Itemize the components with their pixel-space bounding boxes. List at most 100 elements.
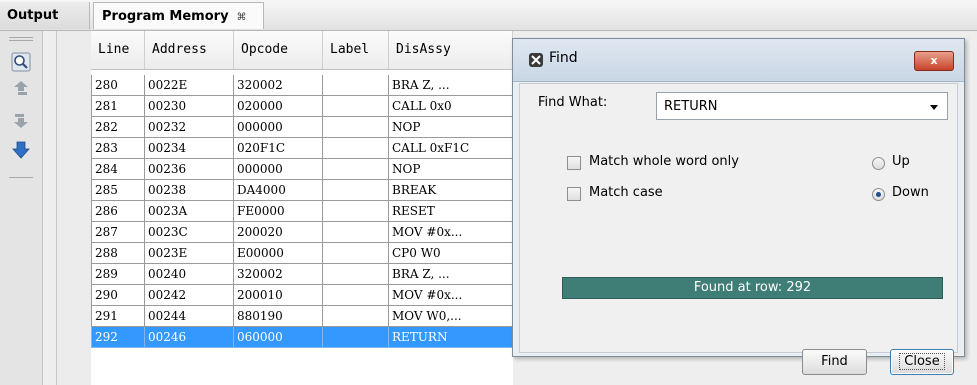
direction-up-label[interactable]: Up (892, 154, 910, 169)
close-button[interactable]: Close (890, 349, 954, 375)
cell-line: 281 (91, 96, 145, 117)
cell-opcode: 200020 (234, 222, 323, 243)
cell-label (323, 201, 389, 222)
side-toolbar (0, 31, 43, 385)
cell-disassy: BRA Z, ... (389, 75, 513, 96)
cell-label (323, 75, 389, 96)
find-dialog: Find x Find What: RETURN Match whole wor… (512, 38, 965, 375)
move-up-icon[interactable] (11, 78, 31, 98)
find-dialog-close-icon[interactable]: x (914, 51, 954, 71)
match-whole-word-label[interactable]: Match whole word only (589, 154, 739, 169)
cell-line: 287 (91, 222, 145, 243)
cell-opcode: 320002 (234, 75, 323, 96)
find-status-bar: Found at row: 292 (562, 277, 943, 299)
direction-up-radio[interactable] (872, 157, 885, 170)
table-row[interactable]: 283 00234 020F1C CALL 0xF1C (91, 138, 513, 159)
cell-opcode: 000000 (234, 159, 323, 180)
cell-label (323, 243, 389, 264)
cell-line: 285 (91, 180, 145, 201)
match-case-checkbox[interactable] (567, 187, 581, 201)
close-button-label: Close (899, 353, 945, 370)
cell-opcode: 320002 (234, 264, 323, 285)
cell-disassy: NOP (389, 117, 513, 138)
cell-opcode: E00000 (234, 243, 323, 264)
cell-label (323, 285, 389, 306)
find-button[interactable]: Find (802, 349, 867, 375)
cell-line: 280 (91, 75, 145, 96)
go-to-icon[interactable] (11, 140, 31, 160)
cell-address: 0023A (145, 201, 234, 222)
cell-line: 286 (91, 201, 145, 222)
direction-down-radio[interactable] (872, 188, 885, 201)
cell-opcode: 880190 (234, 306, 323, 327)
column-header-address[interactable]: Address (145, 31, 234, 69)
chevron-down-icon[interactable] (929, 101, 939, 115)
cell-line: 283 (91, 138, 145, 159)
table-header: Line Address Opcode Label DisAssy (91, 31, 513, 70)
table-row[interactable]: 287 0023C 200020 MOV #0x... (91, 222, 513, 243)
column-header-label[interactable]: Label (323, 31, 389, 69)
move-down-icon[interactable] (11, 111, 31, 131)
table-row[interactable]: 288 0023E E00000 CP0 W0 (91, 243, 513, 264)
cell-address: 0023C (145, 222, 234, 243)
column-header-line[interactable]: Line (91, 31, 145, 69)
cell-disassy: CALL 0xF1C (389, 138, 513, 159)
cell-label (323, 306, 389, 327)
cell-label (323, 180, 389, 201)
table-row[interactable]: 284 00236 000000 NOP (91, 159, 513, 180)
cell-line: 288 (91, 243, 145, 264)
find-dialog-body: Find What: RETURN Match whole word only … (519, 83, 958, 375)
direction-down-label[interactable]: Down (892, 185, 929, 200)
toolbar-grip (9, 40, 33, 41)
cell-address: 0023E (145, 243, 234, 264)
cell-line: 284 (91, 159, 145, 180)
table-row[interactable]: 291 00244 880190 MOV W0,... (91, 306, 513, 327)
table-row[interactable]: 292 00246 060000 RETURN (91, 327, 513, 348)
column-header-disassy[interactable]: DisAssy (389, 31, 513, 69)
cell-line: 290 (91, 285, 145, 306)
cell-disassy: RESET (389, 201, 513, 222)
cell-address: 00246 (145, 327, 234, 348)
table-row[interactable]: 285 00238 DA4000 BREAK (91, 180, 513, 201)
table-row[interactable]: 282 00232 000000 NOP (91, 117, 513, 138)
cell-label (323, 117, 389, 138)
tab-bar: Output Program Memory ⌘ (0, 0, 977, 31)
cell-disassy: BREAK (389, 180, 513, 201)
cell-address: 00238 (145, 180, 234, 201)
table-row[interactable]: 280 0022E 320002 BRA Z, ... (91, 75, 513, 96)
column-header-opcode[interactable]: Opcode (234, 31, 323, 69)
cell-opcode: 060000 (234, 327, 323, 348)
cell-disassy: NOP (389, 159, 513, 180)
cell-label (323, 159, 389, 180)
tab-program-memory[interactable]: Program Memory ⌘ (93, 2, 264, 29)
find-dialog-app-icon (529, 53, 543, 67)
cell-disassy: MOV #0x... (389, 285, 513, 306)
cell-address: 00242 (145, 285, 234, 306)
tab-output[interactable]: Output (0, 2, 90, 29)
cell-label (323, 264, 389, 285)
table-row[interactable]: 281 00230 020000 CALL 0x0 (91, 96, 513, 117)
find-what-combobox[interactable]: RETURN (656, 92, 948, 120)
cell-address: 00230 (145, 96, 234, 117)
toolbar-separator (9, 177, 33, 178)
cell-opcode: 020000 (234, 96, 323, 117)
match-whole-word-checkbox[interactable] (567, 156, 581, 170)
cell-address: 00232 (145, 117, 234, 138)
tab-close-icon[interactable]: ⌘ (237, 12, 247, 23)
cell-address: 0022E (145, 75, 234, 96)
cell-line: 289 (91, 264, 145, 285)
cell-opcode: FE0000 (234, 201, 323, 222)
find-icon[interactable] (11, 52, 31, 72)
cell-line: 282 (91, 117, 145, 138)
cell-disassy: CALL 0x0 (389, 96, 513, 117)
find-dialog-title: Find (549, 50, 578, 66)
match-case-label[interactable]: Match case (589, 185, 663, 200)
program-memory-table: Line Address Opcode Label DisAssy 280 002… (91, 31, 513, 385)
cell-opcode: 200010 (234, 285, 323, 306)
find-dialog-titlebar[interactable]: Find x (513, 39, 964, 82)
table-row[interactable]: 289 00240 320002 BRA Z, ... (91, 264, 513, 285)
table-row[interactable]: 286 0023A FE0000 RESET (91, 201, 513, 222)
cell-line: 291 (91, 306, 145, 327)
table-row[interactable]: 290 00242 200010 MOV #0x... (91, 285, 513, 306)
row-gutter (56, 31, 93, 385)
